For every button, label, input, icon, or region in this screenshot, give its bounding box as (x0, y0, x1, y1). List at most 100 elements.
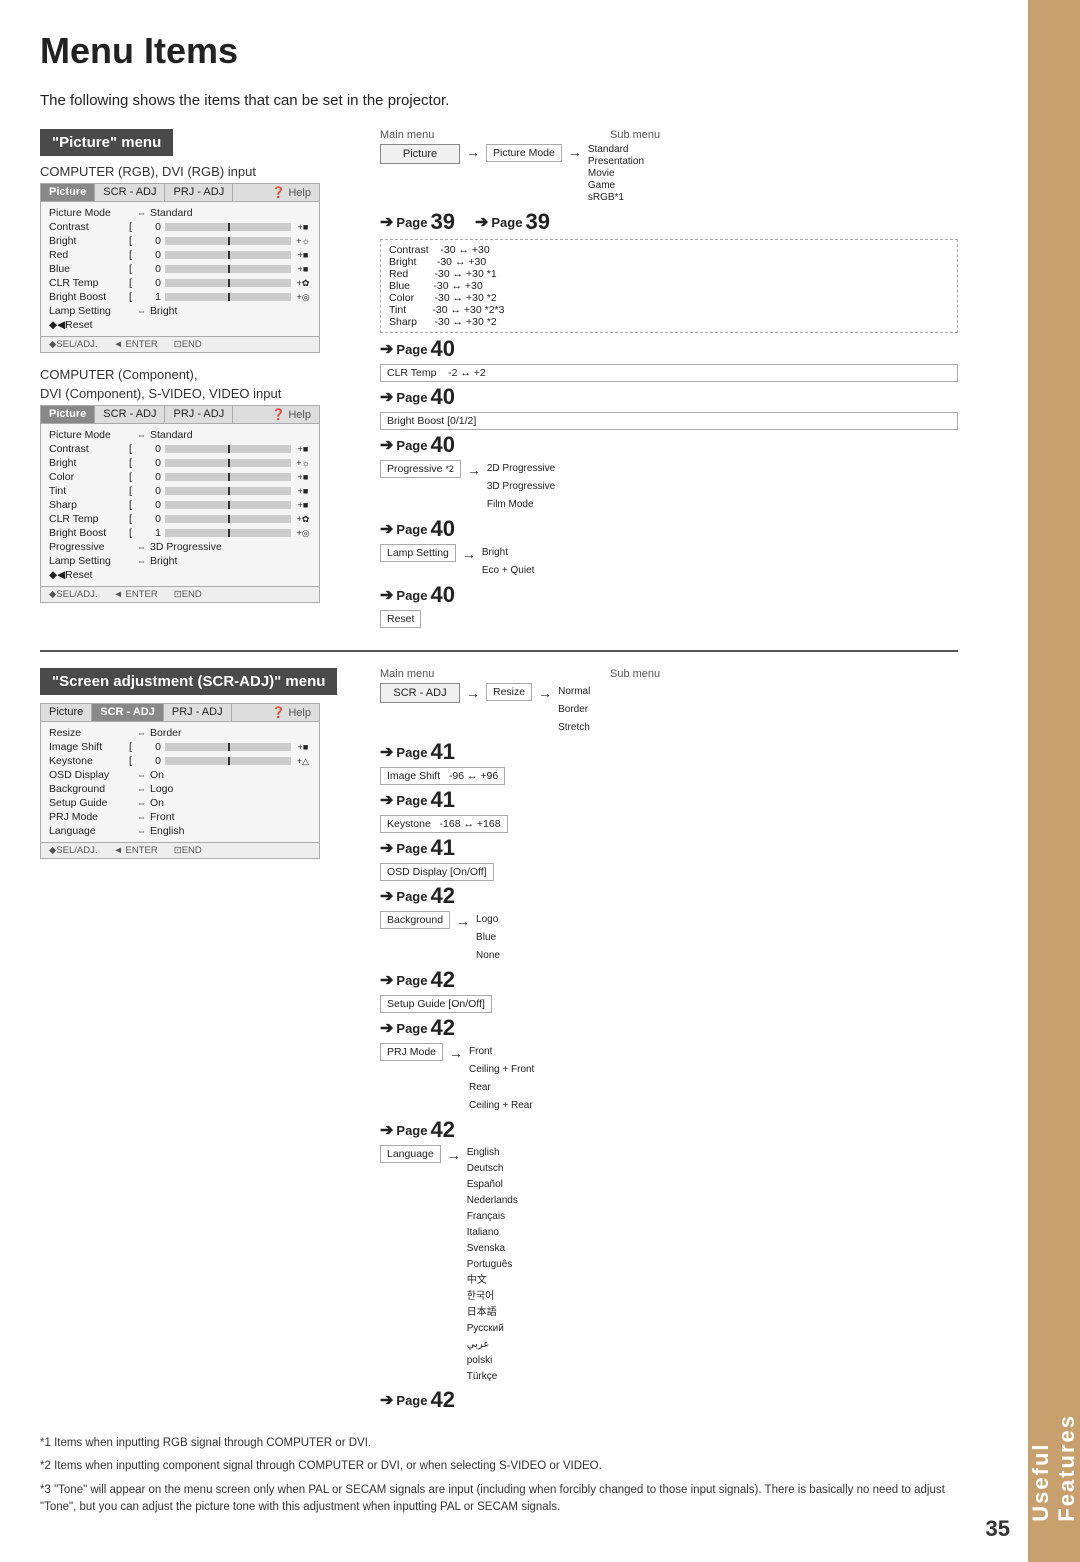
input2-label2: DVI (Component), S-VIDEO, VIDEO input (40, 386, 350, 401)
tab-prj-adj-2[interactable]: PRJ - ADJ (165, 406, 233, 423)
footer-enter-1: ◄ ENTER (114, 339, 158, 350)
tab-prj-adj-1[interactable]: PRJ - ADJ (165, 184, 233, 201)
footer-sel-2: ◆SEL/ADJ. (49, 589, 98, 600)
page-ref-42d: ➔ Page 42 (380, 1117, 958, 1143)
sub-movie: Movie (588, 168, 644, 179)
page-ref-40e: ➔ Page 40 (380, 582, 958, 608)
main-content: Menu Items The following shows the items… (0, 0, 1028, 1562)
page-ref-41c: ➔ Page 41 (380, 835, 958, 861)
bar-blue-1 (165, 265, 291, 273)
bar-tint-2 (165, 487, 291, 495)
sub-standard: Standard (588, 144, 644, 155)
label-picture-mode-2: Picture Mode (49, 429, 129, 441)
tree-arrow-pm: → (460, 144, 486, 160)
label-lampsetting-2: Lamp Setting (49, 555, 129, 567)
menu-mock-2: Picture SCR - ADJ PRJ - ADJ ❓ Help Pictu… (40, 405, 320, 603)
sub-menu-label-scr: Sub menu (610, 668, 660, 680)
adj-tint: Tint -30 ↔ +30 *2*3 (389, 304, 949, 316)
val-lampsetting-1: Bright (150, 305, 177, 317)
right-col-picture: Main menu Sub menu Picture → Picture Mod… (380, 129, 958, 630)
side-tab-text: UsefulFeatures (1028, 1414, 1080, 1522)
left-col-picture: "Picture" menu COMPUTER (RGB), DVI (RGB)… (40, 129, 350, 630)
tab-picture-2[interactable]: Picture (41, 406, 95, 423)
tab-picture-1[interactable]: Picture (41, 184, 95, 201)
label-setupguide: Setup Guide (49, 797, 129, 809)
menu2-row-bright: Bright [ 0 +☼ (49, 456, 311, 470)
keystone-box: Keystone -168 ↔ +168 (380, 815, 508, 833)
page-title: Menu Items (40, 30, 958, 72)
page-ref-42c: ➔ Page 42 (380, 1015, 958, 1041)
progressive-options: 2D Progressive3D ProgressiveFilm Mode (487, 460, 555, 514)
tab-prj-adj-scr[interactable]: PRJ - ADJ (164, 704, 232, 721)
adj-contrast: Contrast -30 ↔ +30 (389, 244, 949, 256)
menu2-row-contrast: Contrast [ 0 +■ (49, 442, 311, 456)
menu2-row-sharp: Sharp [ 0 +■ (49, 498, 311, 512)
menu2-footer: ◆SEL/ADJ. ◄ ENTER ⊡END (41, 586, 319, 602)
footer-sel-scr: ◆SEL/ADJ. (49, 845, 98, 856)
progressive-row: Progressive *2 → 2D Progressive3D Progre… (380, 460, 958, 514)
left-col-scr: "Screen adjustment (SCR-ADJ)" menu Pictu… (40, 668, 350, 1415)
tab-scr-adj-scr[interactable]: SCR - ADJ (92, 704, 164, 721)
menu2-row-color: Color [ 0 +■ (49, 470, 311, 484)
menu1-header: Picture SCR - ADJ PRJ - ADJ ❓ Help (41, 184, 319, 202)
icon-clrtemp-1: +✿ (295, 278, 311, 289)
page-ref-39b: ➔ Page 39 (475, 209, 550, 235)
imageshift-box: Image Shift -96 ↔ +96 (380, 767, 505, 785)
tab-help-2[interactable]: ❓ Help (264, 406, 319, 423)
tab-scr-adj-1[interactable]: SCR - ADJ (95, 184, 165, 201)
page-ref-41b: ➔ Page 41 (380, 787, 958, 813)
page-number: 35 (986, 1516, 1010, 1542)
page-ref-40c: ➔ Page 40 (380, 432, 958, 458)
bar-brightboost-2 (165, 529, 291, 537)
label-tint-2: Tint (49, 485, 129, 497)
sub-presentation: Presentation (588, 156, 644, 167)
icon-clrtemp-2: +✿ (295, 514, 311, 525)
two-col-scr: "Screen adjustment (SCR-ADJ)" menu Pictu… (40, 668, 958, 1415)
icon-blue-1: +■ (295, 264, 311, 274)
section-divider (40, 650, 958, 652)
menu1-reset: ◆◀Reset (49, 318, 311, 332)
arrow-39a: ➔ (380, 212, 393, 232)
subtitle: The following shows the items that can b… (40, 92, 958, 109)
tab-scr-adj-2[interactable]: SCR - ADJ (95, 406, 165, 423)
bar-contrast-1 (165, 223, 291, 231)
icon-contrast-2: +■ (295, 444, 311, 454)
menu1-row-clrtemp: CLR Temp [ 0 +✿ (49, 276, 311, 290)
tab-picture-scr[interactable]: Picture (41, 704, 92, 721)
background-row: Background → LogoBlueNone (380, 911, 958, 965)
menu1-body: Picture Mode ⇔ Standard Contrast [ 0 +■ … (41, 202, 319, 336)
lamp-setting-box: Lamp Setting (380, 544, 456, 562)
sub-srgb: sRGB*1 (588, 192, 644, 203)
sub-menu-label: Sub menu (610, 129, 660, 141)
bar-contrast-2 (165, 445, 291, 453)
label-contrast-2: Contrast (49, 443, 129, 455)
tree-picture-row: Picture → Picture Mode → Standard Presen… (380, 144, 958, 203)
adjustments-box: Contrast -30 ↔ +30 Bright -30 ↔ +30 Red … (380, 239, 958, 333)
val-osddisplay: On (150, 769, 164, 781)
tab-help-1[interactable]: ❓ Help (264, 184, 319, 201)
lamp-setting-row: Lamp Setting → BrightEco + Quiet (380, 544, 958, 580)
brightboost-box: Bright Boost [0/1/2] (380, 412, 958, 430)
tree-scr-main: SCR - ADJ (380, 683, 460, 703)
val-prjmode: Front (150, 811, 175, 823)
menu2-row-picture-mode: Picture Mode ⇔ Standard (49, 428, 311, 442)
label-clrtemp-2: CLR Temp (49, 513, 129, 525)
label-brightboost-2: Bright Boost (49, 527, 129, 539)
footer-end-1: ⊡END (174, 339, 202, 350)
menu1-row-brightboost: Bright Boost [ 1 +◎ (49, 290, 311, 304)
menu1-row-red: Red [ 0 +■ (49, 248, 311, 262)
menu1-row-lampsetting: Lamp Setting ⇔ Bright (49, 304, 311, 318)
scr-row-prjmode: PRJ Mode ⇔ Front (49, 810, 311, 824)
menu2-row-tint: Tint [ 0 +■ (49, 484, 311, 498)
tab-help-scr[interactable]: ❓ Help (264, 704, 319, 721)
bar-clrtemp-2 (165, 515, 291, 523)
page-ref-40b: ➔ Page 40 (380, 384, 958, 410)
page39-refs: ➔ Page 39 ➔ Page 39 (380, 209, 958, 235)
progressive-box: Progressive *2 (380, 460, 461, 478)
menu1-row-blue: Blue [ 0 +■ (49, 262, 311, 276)
label-clrtemp-1: CLR Temp (49, 277, 129, 289)
adj-red: Red -30 ↔ +30 *1 (389, 268, 949, 280)
col-headers-scr: Main menu Sub menu (380, 668, 958, 680)
reset-box: Reset (380, 610, 421, 628)
label-brightboost-1: Bright Boost (49, 291, 129, 303)
